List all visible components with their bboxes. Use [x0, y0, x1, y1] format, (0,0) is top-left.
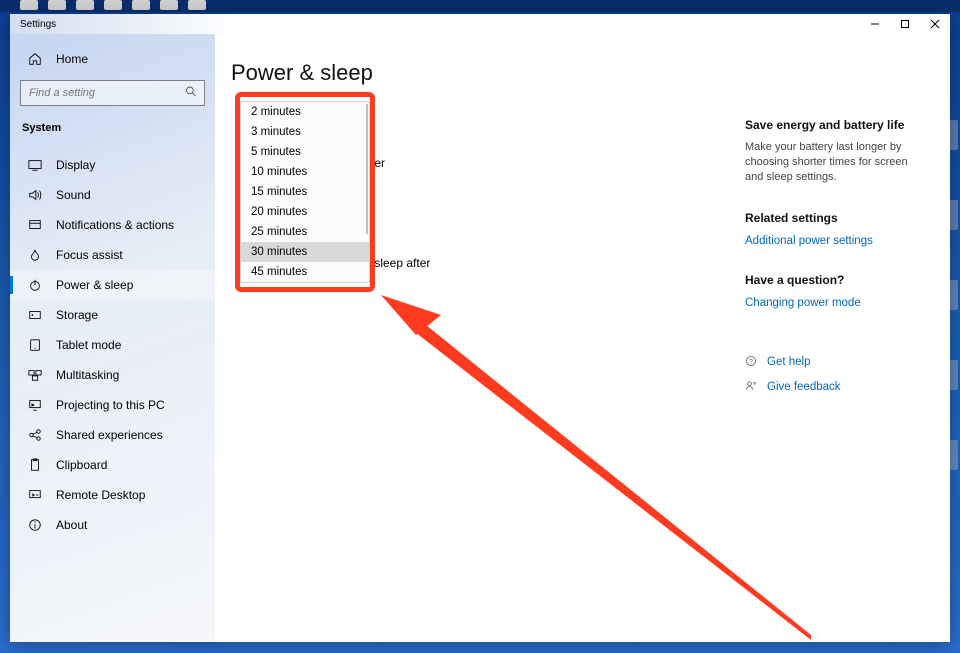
window-close-button[interactable]	[920, 14, 950, 34]
get-help-link[interactable]: Get help	[767, 356, 810, 368]
sidebar-item-label: Power & sleep	[56, 278, 133, 292]
annotation-highlight-box: 2 minutes 3 minutes 5 minutes 10 minutes…	[235, 92, 375, 292]
sidebar-item-label: Notifications & actions	[56, 218, 174, 232]
multitasking-icon	[28, 368, 42, 382]
dropdown-option[interactable]: 10 minutes	[241, 162, 369, 182]
notifications-icon	[28, 218, 42, 232]
related-heading: Related settings	[745, 211, 920, 225]
sidebar-item-label: Focus assist	[56, 248, 123, 262]
storage-icon	[28, 308, 42, 322]
dropdown-option[interactable]: 2 minutes	[241, 102, 369, 122]
remote-desktop-icon	[28, 488, 42, 502]
dropdown-option[interactable]: 3 minutes	[241, 122, 369, 142]
sidebar-item-label: Storage	[56, 308, 98, 322]
sidebar-home-label: Home	[56, 52, 88, 66]
dropdown-option[interactable]: 45 minutes	[241, 262, 369, 282]
sidebar-home[interactable]: Home	[10, 44, 215, 74]
shared-icon	[28, 428, 42, 442]
page-title: Power & sleep	[231, 60, 745, 86]
home-icon	[28, 52, 42, 66]
sidebar-item-about[interactable]: About	[10, 510, 215, 540]
sidebar-item-tablet-mode[interactable]: Tablet mode	[10, 330, 215, 360]
sidebar-item-shared-experiences[interactable]: Shared experiences	[10, 420, 215, 450]
sidebar-item-sound[interactable]: Sound	[10, 180, 215, 210]
taskbar-icon[interactable]	[132, 0, 150, 10]
clipboard-icon	[28, 458, 42, 472]
taskbar-icon[interactable]	[76, 0, 94, 10]
sidebar-item-label: Projecting to this PC	[56, 398, 165, 412]
sidebar-item-focus-assist[interactable]: Focus assist	[10, 240, 215, 270]
help-icon: ?	[745, 355, 757, 370]
sidebar-item-label: Multitasking	[56, 368, 119, 382]
sidebar-item-label: About	[56, 518, 87, 532]
sidebar-item-storage[interactable]: Storage	[10, 300, 215, 330]
taskbar-icon[interactable]	[20, 0, 38, 10]
sidebar-item-multitasking[interactable]: Multitasking	[10, 360, 215, 390]
search-input[interactable]	[20, 80, 205, 106]
question-heading: Have a question?	[745, 273, 920, 287]
svg-text:?: ?	[749, 358, 753, 365]
taskbar-icon[interactable]	[188, 0, 206, 10]
dropdown-option[interactable]: 25 minutes	[241, 222, 369, 242]
sidebar-nav: Display Sound Notifications & actions Fo…	[10, 142, 215, 540]
additional-power-settings-link[interactable]: Additional power settings	[745, 235, 873, 247]
taskbar-icon[interactable]	[160, 0, 178, 10]
give-feedback-link[interactable]: Give feedback	[767, 381, 841, 393]
sidebar-item-clipboard[interactable]: Clipboard	[10, 450, 215, 480]
sidebar-item-display[interactable]: Display	[10, 150, 215, 180]
sidebar-section-label: System	[10, 112, 215, 142]
sidebar-item-label: Tablet mode	[56, 338, 121, 352]
sidebar-item-label: Sound	[56, 188, 91, 202]
sidebar-item-label: Remote Desktop	[56, 488, 145, 502]
window-titlebar[interactable]: Settings	[10, 14, 950, 34]
feedback-icon	[745, 380, 757, 395]
energy-heading: Save energy and battery life	[745, 118, 920, 132]
sidebar-item-label: Shared experiences	[56, 428, 163, 442]
dropdown-option[interactable]: 15 minutes	[241, 182, 369, 202]
focus-assist-icon	[28, 248, 42, 262]
dropdown-option[interactable]: 20 minutes	[241, 202, 369, 222]
changing-power-mode-link[interactable]: Changing power mode	[745, 297, 861, 309]
tablet-icon	[28, 338, 42, 352]
sidebar-item-label: Display	[56, 158, 95, 172]
sidebar-item-projecting[interactable]: Projecting to this PC	[10, 390, 215, 420]
time-dropdown-list[interactable]: 2 minutes 3 minutes 5 minutes 10 minutes…	[240, 101, 370, 283]
taskbar-icon[interactable]	[48, 0, 66, 10]
sidebar-item-power-sleep[interactable]: Power & sleep	[10, 270, 215, 300]
main-pane: Power & sleep after to sleep after 2 min…	[215, 34, 950, 642]
energy-body: Make your battery last longer by choosin…	[745, 140, 920, 185]
projecting-icon	[28, 398, 42, 412]
sidebar-item-notifications[interactable]: Notifications & actions	[10, 210, 215, 240]
dropdown-scrollbar[interactable]	[366, 104, 368, 234]
display-icon	[28, 158, 42, 172]
sound-icon	[28, 188, 42, 202]
search-icon[interactable]	[185, 86, 197, 101]
sidebar-item-remote-desktop[interactable]: Remote Desktop	[10, 480, 215, 510]
window-minimize-button[interactable]	[860, 14, 890, 34]
settings-sidebar: Home System Display Sound	[10, 34, 215, 642]
right-column: Save energy and battery life Make your b…	[745, 60, 920, 622]
dropdown-option-selected[interactable]: 30 minutes	[241, 242, 369, 262]
settings-window: Settings Home S	[10, 14, 950, 642]
power-icon	[28, 278, 42, 292]
desktop-taskbar-top	[0, 0, 960, 12]
window-title: Settings	[20, 19, 56, 30]
sidebar-item-label: Clipboard	[56, 458, 107, 472]
about-icon	[28, 518, 42, 532]
dropdown-option[interactable]: 5 minutes	[241, 142, 369, 162]
taskbar-icon[interactable]	[104, 0, 122, 10]
window-maximize-button[interactable]	[890, 14, 920, 34]
